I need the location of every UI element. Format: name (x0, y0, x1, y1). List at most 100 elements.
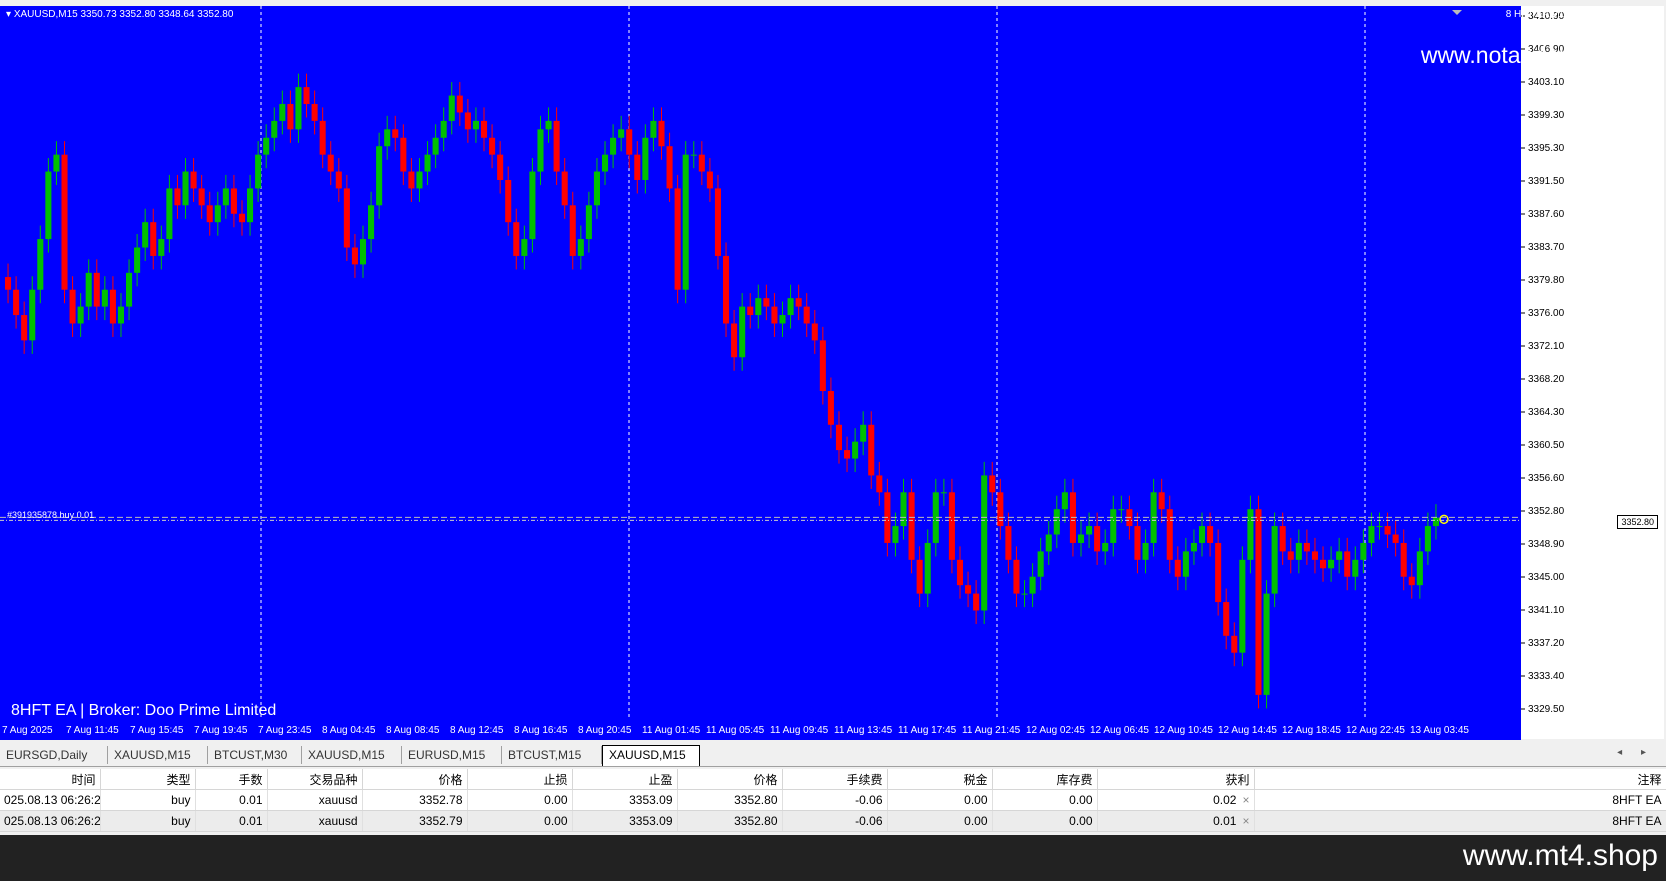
column-header[interactable]: 获利 (1097, 769, 1255, 790)
price-tick-label: 3341.10 (1528, 605, 1565, 616)
column-header[interactable]: 交易品种 (267, 769, 363, 790)
time-tick-label: 11 Aug 21:45 (962, 725, 1021, 736)
candle-body (1198, 526, 1206, 543)
candle-body (908, 492, 915, 560)
candle-body (561, 171, 568, 206)
column-header[interactable]: 手续费 (782, 769, 888, 790)
footer-bar: www.mt4.shop (0, 835, 1666, 881)
column-header[interactable]: 库存费 (992, 769, 1098, 790)
candle-body (1134, 526, 1141, 560)
table-cell: 8HFT EA (1254, 810, 1666, 832)
candle-body (400, 137, 407, 172)
column-header[interactable]: 止损 (467, 769, 573, 790)
candle-body (1158, 492, 1165, 510)
candle-body (1360, 542, 1367, 560)
candle-body (255, 154, 262, 189)
price-tick-label: 3403.10 (1528, 77, 1565, 88)
candle-body (860, 424, 867, 442)
candle-body (1271, 526, 1278, 594)
candle-body (1255, 509, 1262, 695)
tab-btcust-m30[interactable]: BTCUST,M30 (208, 746, 302, 764)
table-cell: 0.01 (195, 810, 268, 832)
candle-body (601, 154, 609, 172)
time-tick-label: 8 Aug 08:45 (386, 725, 440, 736)
column-header[interactable]: 注释 (1254, 769, 1666, 790)
cell-value: 8HFT EA (1612, 814, 1662, 828)
tab-eurusd-m15[interactable]: EURUSD,M15 (402, 746, 502, 764)
candle-body (650, 120, 657, 138)
footer-text: www.mt4.shop (1462, 839, 1658, 872)
table-cell: 0.00 (992, 810, 1098, 832)
time-tick-label: 11 Aug 09:45 (770, 725, 829, 736)
cell-value: 0.01 (239, 814, 263, 828)
candle-body (408, 171, 415, 189)
close-order-icon[interactable]: × (1242, 793, 1249, 807)
candle-body (545, 120, 552, 130)
price-tick-label: 3348.90 (1528, 539, 1565, 550)
candle-body (93, 272, 100, 307)
table-cell: 0.00 (887, 789, 993, 811)
tab-xauusd-m15[interactable]: XAUUSD,M15 (108, 746, 208, 764)
candle-body (965, 585, 972, 594)
candle-body (489, 137, 496, 155)
candle-body (1432, 517, 1439, 527)
tab-xauusd-m15[interactable]: XAUUSD,M15 (602, 745, 700, 766)
column-header[interactable]: 类型 (100, 769, 196, 790)
price-tick-label: 3364.30 (1528, 407, 1565, 418)
cell-value: 0.00 (1069, 793, 1093, 807)
candle-body (1182, 551, 1189, 577)
collapse-triangle-icon[interactable]: ▾ (6, 9, 11, 20)
chart-area[interactable]: 3410.90 3406.90 3403.10 3399.30 3395.30 3391.… (0, 0, 1666, 740)
column-header[interactable]: 税金 (887, 769, 993, 790)
chart-canvas[interactable]: 3410.903406.903403.103399.303395.303391.… (0, 0, 1666, 740)
column-header[interactable]: 价格 (362, 769, 468, 790)
candle-body (1045, 534, 1052, 552)
column-header[interactable]: 手数 (195, 769, 268, 790)
time-tick-label: 7 Aug 11:45 (66, 725, 119, 736)
column-header[interactable]: 价格 (677, 769, 783, 790)
candle-body (844, 450, 851, 459)
tab-scroll-arrows-icon[interactable]: ◂ ▸ (1617, 747, 1654, 758)
candle-body (981, 475, 988, 611)
candle-body (222, 188, 229, 206)
candle-body (1086, 526, 1093, 535)
candle-body (1376, 526, 1383, 528)
candle-body (610, 137, 617, 155)
candle-body (553, 120, 560, 172)
table-cell: 8HFT EA (1254, 789, 1666, 811)
column-header[interactable]: 止盈 (572, 769, 678, 790)
candle-body (1368, 526, 1375, 543)
time-tick-label: 11 Aug 05:45 (706, 725, 765, 736)
table-row[interactable]: 025.08.13 06:26:26 buy 0.01 xauusd 3352.78 0.… (0, 789, 1666, 811)
candle-body (295, 87, 302, 130)
candle-body (142, 222, 149, 248)
order-line-label[interactable]: #391935878 buy 0.01 (7, 510, 94, 520)
candle-body (69, 289, 76, 324)
candle-body (384, 129, 391, 147)
table-cell: -0.06 (782, 810, 888, 832)
close-order-icon[interactable]: × (1242, 814, 1249, 828)
candle-body (666, 146, 673, 189)
table-row[interactable]: 025.08.13 06:26:27 buy 0.01 xauusd 3352.79 0.… (0, 810, 1666, 832)
column-header[interactable]: 时间 (0, 769, 101, 790)
cell-value: 8HFT EA (1612, 793, 1662, 807)
candle-body (1400, 542, 1407, 577)
current-price-tag: 3352.80 (1617, 515, 1658, 529)
price-tick-label: 3379.80 (1528, 275, 1565, 286)
candle-body (1416, 551, 1423, 586)
candle-body (1408, 576, 1415, 586)
cell-value: 0.00 (964, 793, 988, 807)
candle-body (1037, 551, 1044, 577)
time-tick-label: 11 Aug 13:45 (834, 725, 893, 736)
cell-value: 0.01 (1213, 814, 1237, 828)
candle-body (480, 120, 488, 138)
table-cell: buy (100, 789, 196, 811)
tab-xauusd-m15[interactable]: XAUUSD,M15 (302, 746, 402, 764)
candle-body (989, 475, 996, 493)
tab-eursgd-daily[interactable]: EURSGD,Daily (0, 746, 108, 764)
candle-body (1223, 602, 1230, 636)
candle-body (739, 306, 746, 358)
candle-body (5, 277, 12, 290)
tab-btcust-m15[interactable]: BTCUST,M15 (502, 746, 602, 764)
candle-body (117, 306, 125, 324)
